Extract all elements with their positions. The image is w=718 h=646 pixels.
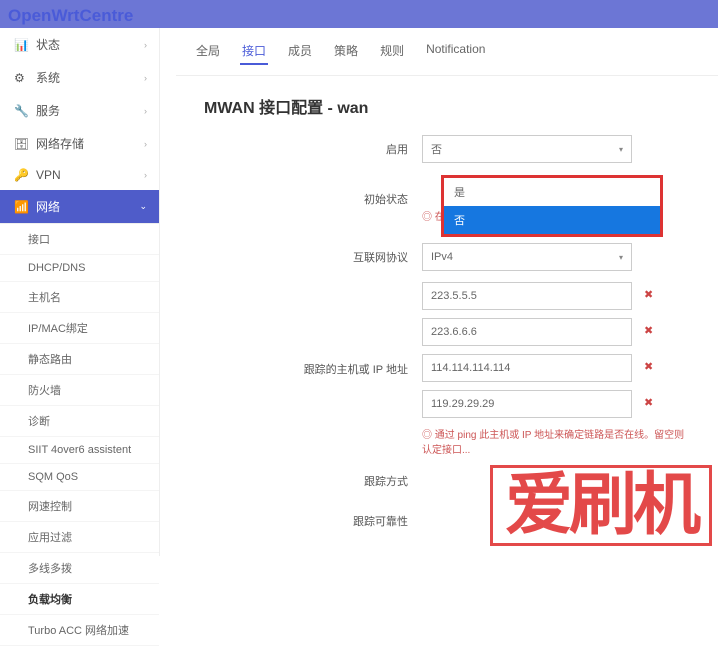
label-method: 跟踪方式 [204,473,422,489]
submenu-item-3[interactable]: IP/MAC绑定 [0,313,159,344]
dropdown-enable-open: 是 否 [441,175,663,237]
tab-bar: 全局接口成员策略规则 Notification [176,28,718,76]
submenu-item-1[interactable]: DHCP/DNS [0,255,159,282]
track-ip-input-0[interactable] [422,282,632,310]
tab-2[interactable]: 成员 [286,38,314,65]
chevron-right-icon: › [144,139,147,149]
option-yes[interactable]: 是 [444,178,660,206]
submenu-item-10[interactable]: 应用过滤 [0,522,159,553]
sidebar-item-1[interactable]: ⚙ 系统 › [0,61,159,94]
caret-down-icon: ▾ [619,253,623,262]
submenu-item-5[interactable]: 防火墙 [0,375,159,406]
submenu-item-12[interactable]: 负载均衡 [0,584,159,615]
submenu-item-6[interactable]: 诊断 [0,406,159,437]
submenu-item-9[interactable]: 网速控制 [0,491,159,522]
delete-icon[interactable]: ✖ [644,396,653,409]
sidebar-item-4[interactable]: 🔑 VPN › [0,160,159,190]
track-ip-input-3[interactable] [422,390,632,418]
label-enable: 启用 [204,141,422,157]
sidebar-item-2[interactable]: 🔧 服务 › [0,94,159,127]
chevron-right-icon: › [144,170,147,180]
chevron-right-icon: › [144,106,147,116]
submenu-item-4[interactable]: 静态路由 [0,344,159,375]
sidebar-icon: 🔧 [14,104,28,118]
sidebar-label: 系统 [36,69,60,86]
sidebar-item-0[interactable]: 📊 状态 › [0,28,159,61]
tab-0[interactable]: 全局 [194,38,222,65]
tab-3[interactable]: 策略 [332,38,360,65]
sidebar-icon: 🗄 [14,137,28,151]
content-area: 全局接口成员策略规则 Notification MWAN 接口配置 - wan 启… [176,28,718,556]
label-reliab: 跟踪可靠性 [204,513,422,529]
label-track: 跟踪的主机或 IP 地址 [204,361,422,377]
sidebar-label: VPN [36,168,61,182]
track-ip-input-2[interactable] [422,354,632,382]
select-enable[interactable]: 否▾ [422,135,632,163]
chevron-right-icon: › [144,73,147,83]
page-title: MWAN 接口配置 - wan [176,76,718,128]
sidebar-icon: 📊 [14,38,28,52]
sidebar-label: 网络 [36,198,60,215]
tab-1[interactable]: 接口 [240,38,268,65]
label-initstate: 初始状态 [204,191,422,207]
submenu-item-2[interactable]: 主机名 [0,282,159,313]
option-no[interactable]: 否 [444,206,660,234]
hint-track: ◎ 通过 ping 此主机或 IP 地址来确定链路是否在线。留空则认定接口... [422,426,690,456]
sidebar-icon: 📶 [14,200,28,214]
sidebar-icon: ⚙ [14,71,28,85]
submenu-item-8[interactable]: SQM QoS [0,464,159,491]
select-proto[interactable]: IPv4▾ [422,243,632,271]
chevron-down-icon: ⌄ [139,201,147,212]
caret-down-icon: ▾ [619,145,623,154]
sidebar-label: 状态 [36,36,60,53]
sidebar-item-5[interactable]: 📶 网络 ⌄ [0,190,159,223]
delete-icon[interactable]: ✖ [644,360,653,373]
submenu-item-0[interactable]: 接口 [0,224,159,255]
tab-4[interactable]: 规则 [378,38,406,65]
label-proto: 互联网协议 [204,249,422,265]
delete-icon[interactable]: ✖ [644,288,653,301]
submenu-item-7[interactable]: SIIT 4over6 assistent [0,437,159,464]
delete-icon[interactable]: ✖ [644,324,653,337]
sidebar-label: 服务 [36,102,60,119]
submenu-item-11[interactable]: 多线多拨 [0,553,159,584]
sidebar-item-3[interactable]: 🗄 网络存储 › [0,127,159,160]
submenu-item-13[interactable]: Turbo ACC 网络加速 [0,615,159,646]
chevron-right-icon: › [144,40,147,50]
sidebar-label: 网络存储 [36,135,84,152]
sidebar-icon: 🔑 [14,168,28,182]
tab-5[interactable]: Notification [424,38,487,65]
track-ip-input-1[interactable] [422,318,632,346]
sidebar: 📊 状态 › ⚙ 系统 › 🔧 服务 › 🗄 网络存储 › 🔑 VPN › 📶 网络 ⌄ 接口DHCP/DNS主机… [0,28,160,556]
app-logo: OpenWrtCentre [8,6,133,26]
